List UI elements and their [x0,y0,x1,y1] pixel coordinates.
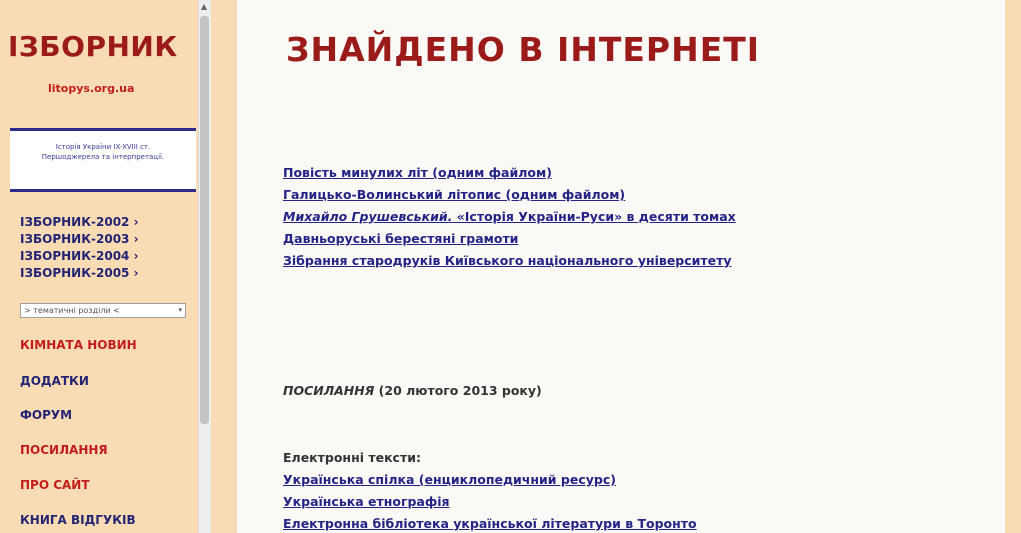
site-description-text: Історія України IX-XVIII ст. Першоджерел… [41,143,165,161]
sidebar-item-addenda[interactable]: ДОДАТКИ [20,374,89,388]
site-description-box: Історія України IX-XVIII ст. Першоджерел… [10,128,196,192]
scrollbar-thumb[interactable] [200,16,209,424]
link-hrushevsky-author: Михайло Грушевський. [283,209,453,224]
sidebar-item-news[interactable]: КІМНАТА НОВИН [20,338,137,352]
links-section-heading: ПОСИЛАННЯ (20 лютого 2013 року) [283,383,542,398]
link-ukrainska-spilka[interactable]: Українська спілка (енциклопедичний ресур… [283,472,616,487]
izbornyk-2002-link[interactable]: ІЗБОРНИК-2002 › [20,215,139,229]
chevron-down-icon: ▾ [178,306,182,314]
link-toronto-library[interactable]: Електронна бібліотека української літера… [283,516,697,531]
site-logo-title[interactable]: ІЗБОРНИК [8,30,178,63]
link-povist[interactable]: Повість минулих літ (одним файлом) [283,165,552,180]
thematic-sections-select[interactable]: > тематичні розділи < ▾ [20,303,186,318]
link-hrushevsky[interactable]: Михайло Грушевський. «Історія України-Ру… [283,209,736,224]
izbornyk-2003-link[interactable]: ІЗБОРНИК-2003 › [20,232,139,246]
link-halytsko-volynskyi[interactable]: Галицько-Волинський літопис (одним файло… [283,187,625,202]
links-section-label: ПОСИЛАННЯ [283,383,375,398]
page-title: ЗНАЙДЕНО В ІНТЕРНЕТІ [286,30,761,69]
scroll-up-arrow-icon[interactable]: ▲ [201,2,207,12]
sidebar-item-links[interactable]: ПОСИЛАННЯ [20,443,108,457]
site-domain-link[interactable]: litopys.org.ua [48,82,134,95]
right-margin [1005,0,1021,533]
select-value: > тематичні розділи < [24,306,120,315]
sidebar: ІЗБОРНИК litopys.org.ua Історія України … [0,0,198,533]
link-starodruky[interactable]: Зібрання стародруків Київського націонал… [283,253,732,268]
link-ukrainska-etnohrafiia[interactable]: Українська етнографія [283,494,450,509]
link-hrushevsky-work: «Історія України-Руси» в десяти томах [452,209,736,224]
sidebar-item-guestbook[interactable]: КНИГА ВІДГУКІВ [20,513,136,527]
izbornyk-2005-link[interactable]: ІЗБОРНИК-2005 › [20,266,139,280]
etexts-heading: Електронні тексти: [283,450,421,465]
links-section-date: (20 лютого 2013 року) [374,383,542,398]
sidebar-item-about[interactable]: ПРО САЙТ [20,478,90,492]
sidebar-item-forum[interactable]: ФОРУМ [20,408,72,422]
link-berestiani-hramoty[interactable]: Давньоруські берестяні грамоти [283,231,518,246]
sidebar-scrollbar[interactable]: ▲ [198,0,211,533]
sidebar-margin [211,0,237,533]
izbornyk-2004-link[interactable]: ІЗБОРНИК-2004 › [20,249,139,263]
